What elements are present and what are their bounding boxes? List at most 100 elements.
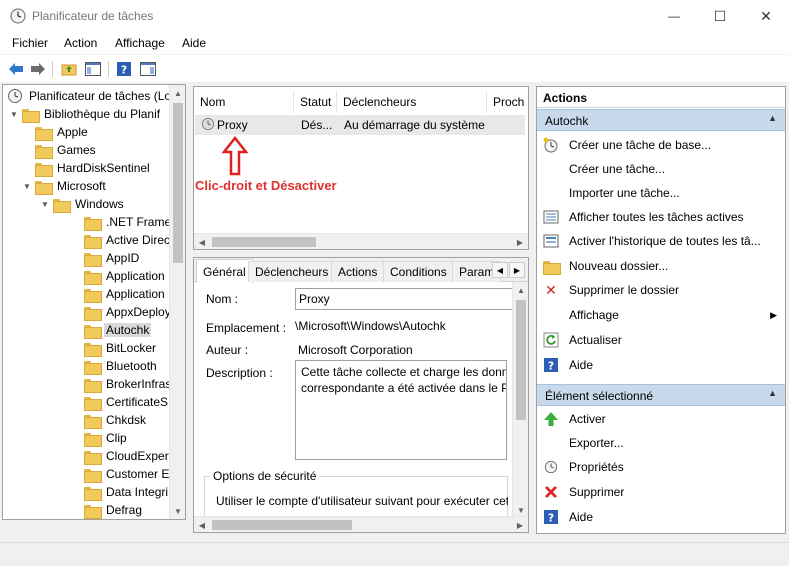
scroll-down-icon[interactable]: ▼ [170,503,185,519]
location-label: Emplacement : [206,321,287,335]
column-header-triggers[interactable]: Déclencheurs [337,91,487,113]
tree-folder[interactable]: BitLocker [84,339,158,357]
detail-horizontal-scrollbar[interactable]: ◀ ▶ [194,516,528,532]
back-arrow-icon [9,63,23,75]
description-line: Cette tâche collecte et charge les donn [301,365,507,379]
folder-icon [35,126,53,141]
tree-library[interactable]: ▼ Bibliothèque du Planif [9,105,162,123]
scroll-left-icon[interactable]: ◀ [194,517,210,532]
menu-fichier[interactable]: Fichier [12,36,48,50]
back-button[interactable] [6,59,26,79]
actions-header: Actions [537,87,785,108]
tab-triggers[interactable]: Déclencheurs [248,261,336,282]
action-show-running-tasks[interactable]: Afficher toutes les tâches actives [537,206,785,228]
tree-folder[interactable]: AppID [84,249,141,267]
action-properties[interactable]: Propriétés [537,456,785,478]
scroll-thumb[interactable] [212,237,316,247]
action-help[interactable]: ? Aide [537,354,785,376]
tree-folder[interactable]: Application [84,285,167,303]
action-refresh[interactable]: Actualiser [537,329,785,351]
scroll-thumb[interactable] [212,520,352,530]
close-button[interactable]: ✕ [743,0,789,32]
collapse-icon[interactable]: ▲ [768,388,777,398]
tree-folder[interactable]: Chkdsk [84,411,148,429]
chevron-down-icon[interactable]: ▼ [22,182,32,191]
forward-button[interactable] [28,59,48,79]
tree-folder[interactable]: .NET Frame [84,213,173,231]
tree-folder[interactable]: Customer E [84,465,171,483]
tree-folder[interactable]: Clip [84,429,129,447]
tree-folder[interactable]: CloudExper [84,447,171,465]
show-hide-tree-button[interactable] [83,59,103,79]
tree-folder-games[interactable]: Games [35,141,98,159]
scroll-thumb[interactable] [173,103,183,263]
tab-actions[interactable]: Actions [331,261,385,282]
menu-aide[interactable]: Aide [182,36,206,50]
scroll-up-icon[interactable]: ▲ [513,282,528,298]
action-help-selected[interactable]: ? Aide [537,506,785,528]
description-field[interactable]: Cette tâche collecte et charge les donn … [295,360,507,460]
scroll-right-icon[interactable]: ▶ [512,234,528,249]
tree-folder-microsoft[interactable]: ▼ Microsoft [22,177,108,195]
name-field[interactable]: Proxy [295,288,515,310]
tab-scroll-left-icon[interactable]: ◀ [492,262,508,278]
action-view-menu[interactable]: Affichage ▶ [537,304,785,326]
tree-folder[interactable]: BrokerInfras [84,375,173,393]
scroll-thumb[interactable] [516,300,526,420]
scroll-left-icon[interactable]: ◀ [194,234,210,249]
tab-general[interactable]: Général [196,259,253,283]
action-pane-button[interactable] [138,59,158,79]
tasklist-horizontal-scrollbar[interactable]: ◀ ▶ [194,233,528,249]
action-enable[interactable]: Activer [537,408,785,430]
actions-section-selected-item[interactable]: Élément sélectionné ▲ [537,384,785,406]
help-button[interactable]: ? [114,59,134,79]
actions-section-autochk[interactable]: Autochk ▲ [537,109,785,131]
tree-folder-windows[interactable]: ▼ Windows [40,195,126,213]
tree-root[interactable]: Planificateur de tâches (Lo [7,87,173,105]
action-new-folder[interactable]: Nouveau dossier... [537,255,785,277]
action-enable-history[interactable]: Activer l'historique de toutes les tâ... [537,230,785,252]
tree-folder-autochk-selected[interactable]: Autochk [84,321,152,339]
action-delete[interactable]: Supprimer [537,481,785,503]
tab-conditions[interactable]: Conditions [383,261,454,282]
chevron-down-icon[interactable]: ▼ [40,200,50,209]
tab-scroll-right-icon[interactable]: ▶ [509,262,525,278]
tree-folder[interactable]: Defrag [84,501,144,519]
column-header-next-run[interactable]: Proch [487,91,528,113]
tree-folder[interactable]: Data Integri [84,483,170,501]
tree-label: Application [106,269,165,283]
column-header-name[interactable]: Nom [194,91,294,113]
tree-folder-harddisksentinel[interactable]: HardDiskSentinel [35,159,152,177]
up-folder-button[interactable] [59,59,79,79]
collapse-icon[interactable]: ▲ [768,113,777,123]
scroll-right-icon[interactable]: ▶ [512,517,528,532]
menu-affichage[interactable]: Affichage [115,36,165,50]
tree-label: Application [106,287,165,301]
action-import-task[interactable]: Importer une tâche... [537,182,785,204]
action-delete-folder[interactable]: ✕ Supprimer le dossier [537,279,785,301]
action-label: Supprimer [569,485,625,499]
section-title: Élément sélectionné [545,389,654,403]
action-export[interactable]: Exporter... [537,432,785,454]
action-create-basic-task[interactable]: Créer une tâche de base... [537,134,785,156]
table-row[interactable]: Proxy Dés... Au démarrage du système [195,115,525,135]
tree-folder[interactable]: Active Direc [84,231,172,249]
tree-folder[interactable]: Application [84,267,167,285]
tree-folder[interactable]: AppxDeploy [84,303,173,321]
tree-vertical-scrollbar[interactable]: ▲ ▼ [169,85,185,519]
detail-vertical-scrollbar[interactable]: ▲ ▼ [512,282,528,518]
maximize-button[interactable]: ☐ [697,0,743,32]
section-title: Autochk [545,114,589,128]
action-create-task[interactable]: Créer une tâche... [537,158,785,180]
menu-action[interactable]: Action [64,36,97,50]
scroll-up-icon[interactable]: ▲ [170,85,185,101]
tree-folder[interactable]: CertificateS [84,393,170,411]
red-x-icon [543,484,559,500]
actions-pane: Actions Autochk ▲ Créer une tâche de bas… [536,86,786,534]
tree-folder[interactable]: Bluetooth [84,357,159,375]
minimize-button[interactable]: — [651,0,697,32]
chevron-down-icon[interactable]: ▼ [9,110,19,119]
action-label: Activer l'historique de toutes les tâ... [569,234,761,248]
tree-folder-apple[interactable]: Apple [35,123,90,141]
column-header-status[interactable]: Statut [294,91,337,113]
